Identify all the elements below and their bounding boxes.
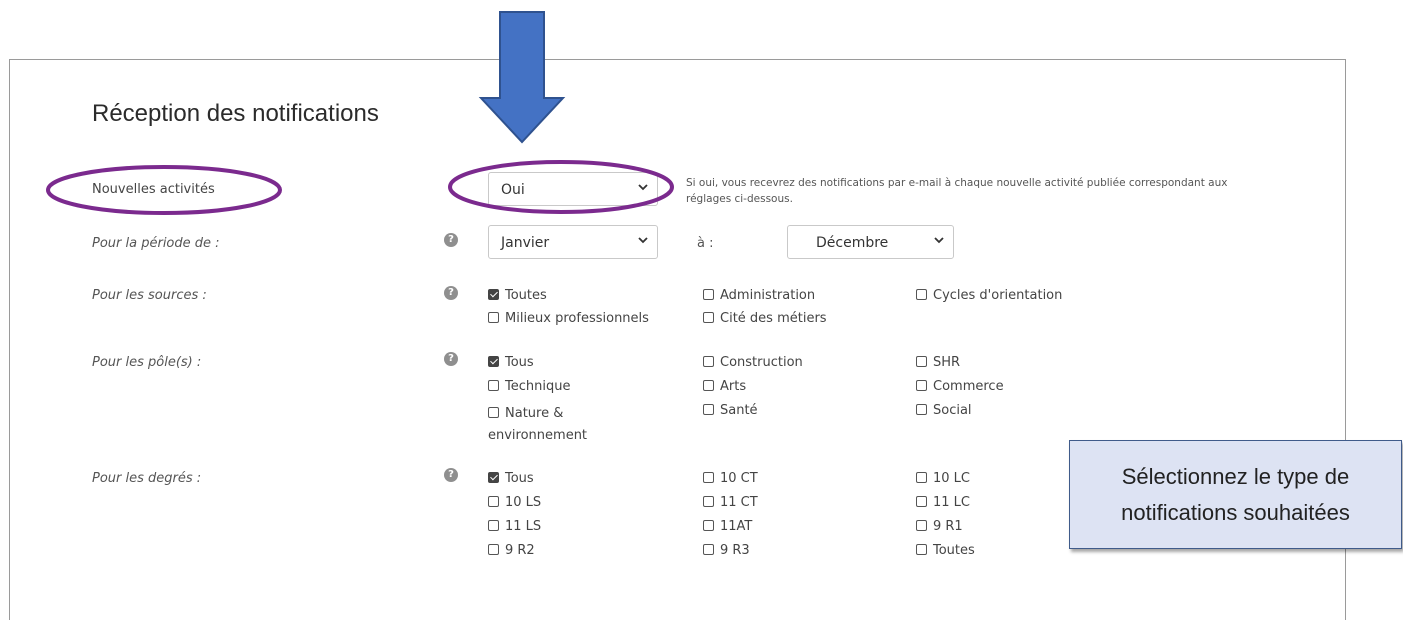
instruction-callout: Sélectionnez le type de notifications so… bbox=[1069, 440, 1402, 549]
callout-line-2: notifications souhaitées bbox=[1121, 500, 1350, 525]
ellipse-oui-select bbox=[448, 160, 674, 214]
callout-line-1: Sélectionnez le type de bbox=[1121, 464, 1350, 489]
ellipse-nouvelles-activites bbox=[46, 165, 282, 215]
down-arrow-annotation bbox=[478, 11, 566, 144]
